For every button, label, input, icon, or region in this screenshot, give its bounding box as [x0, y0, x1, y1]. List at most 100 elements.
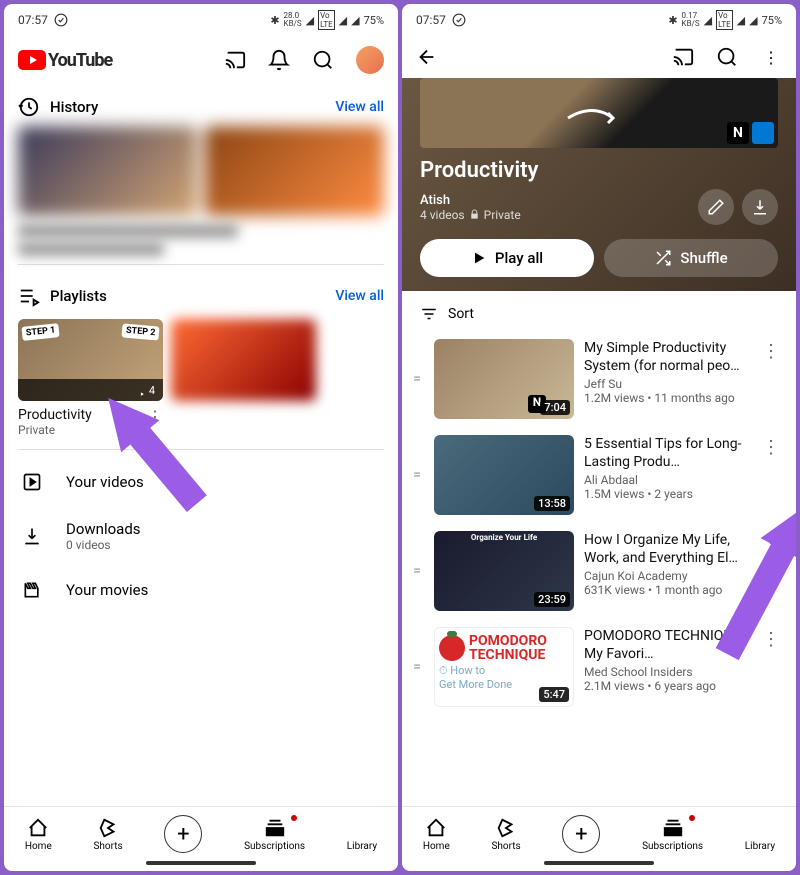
duration-badge: 5:47 — [539, 687, 569, 702]
nav-subscriptions[interactable]: Subscriptions — [642, 817, 703, 852]
video-row[interactable]: = Organize Your Life 23:59 How I Organiz… — [402, 523, 796, 619]
signal-icon: ◢ — [737, 14, 745, 27]
outlook-icon — [752, 122, 774, 144]
subscriptions-icon — [662, 817, 684, 839]
video-thumbnail[interactable]: Organize Your Life 23:59 — [434, 531, 574, 611]
cast-icon[interactable] — [224, 49, 246, 71]
history-viewall-link[interactable]: View all — [335, 99, 384, 115]
sort-icon — [420, 305, 438, 323]
battery-text: 75% — [762, 14, 782, 27]
nav-create[interactable]: + — [562, 815, 600, 853]
playlists-viewall-link[interactable]: View all — [335, 288, 384, 304]
video-menu-icon[interactable]: ⋮ — [760, 627, 782, 652]
shorts-icon — [97, 817, 119, 839]
nav-home[interactable]: Home — [25, 817, 52, 852]
nav-home[interactable]: Home — [423, 817, 450, 852]
search-icon[interactable] — [716, 46, 738, 68]
drag-handle-icon[interactable]: = — [410, 371, 424, 387]
library-icon — [749, 817, 771, 839]
wifi-icon: ◢ — [704, 14, 712, 27]
notifications-icon[interactable] — [268, 49, 290, 71]
playlist-card-blurred[interactable] — [171, 319, 316, 437]
status-bar: 07:57 ✱ 28.0 KB/S ◢ VoLTE ◢ ◢ 75% — [4, 4, 398, 36]
drag-handle-icon[interactable]: = — [410, 659, 424, 675]
video-channel: Jeff Su — [584, 377, 750, 391]
arrow-curve-icon — [563, 98, 623, 128]
bottom-nav: Home Shorts + Subscriptions Library — [4, 806, 398, 857]
bluetooth-icon: ✱ — [270, 14, 279, 27]
back-button[interactable] — [416, 46, 438, 68]
video-thumbnail[interactable]: POMODOROTECHNIQUE ⏱ How toGet More Done … — [434, 627, 574, 707]
check-icon — [452, 13, 466, 27]
more-icon[interactable]: ⋮ — [760, 46, 782, 68]
nav-shorts[interactable]: Shorts — [93, 817, 122, 852]
shuffle-button[interactable]: Shuffle — [604, 239, 778, 277]
home-icon — [27, 817, 49, 839]
nav-shorts[interactable]: Shorts — [491, 817, 520, 852]
playlist-icon — [18, 285, 40, 307]
net-speed: 28.0 KB/S — [284, 12, 302, 28]
play-all-button[interactable]: Play all — [420, 239, 594, 277]
youtube-text: YouTube — [48, 50, 112, 71]
shuffle-icon — [654, 249, 672, 267]
battery-text: 75% — [364, 14, 384, 27]
hero-thumbnail: N — [420, 78, 778, 148]
duration-badge: 13:58 — [534, 496, 570, 511]
video-row[interactable]: = 13:58 5 Essential Tips for Long-Lastin… — [402, 427, 796, 523]
signal-icon: ◢ — [339, 14, 347, 27]
playlist-author[interactable]: Atish — [420, 193, 521, 208]
playlist-name: Productivity — [18, 407, 92, 423]
nav-subscriptions[interactable]: Subscriptions — [244, 817, 305, 852]
video-stats: 631K views • 1 month ago — [584, 583, 750, 597]
video-menu-icon[interactable]: ⋮ — [760, 435, 782, 460]
duration-badge: 23:59 — [534, 592, 570, 607]
video-menu-icon[interactable]: ⋮ — [760, 339, 782, 364]
net-speed: 0.17 KB/S — [682, 12, 700, 28]
your-movies-row[interactable]: Your movies — [4, 566, 398, 614]
lock-icon — [469, 209, 480, 220]
video-channel: Med School Insiders — [584, 665, 750, 679]
check-icon — [54, 13, 68, 27]
clock: 07:57 — [18, 13, 48, 27]
video-stats: 1.2M views • 11 months ago — [584, 391, 750, 405]
drag-handle-icon[interactable]: = — [410, 563, 424, 579]
bottom-nav: Home Shorts + Subscriptions Library — [402, 806, 796, 857]
nav-create[interactable]: + — [164, 815, 202, 853]
nav-library[interactable]: Library — [745, 817, 775, 852]
bluetooth-icon: ✱ — [668, 14, 677, 27]
youtube-logo[interactable]: YouTube — [18, 50, 112, 71]
search-icon[interactable] — [312, 49, 334, 71]
download-icon — [751, 198, 769, 216]
playlist-hero: N Productivity Atish 4 videos Private Pl… — [402, 78, 796, 291]
downloads-row[interactable]: Downloads 0 videos — [4, 506, 398, 566]
video-row[interactable]: = N 7:04 My Simple Productivity System (… — [402, 331, 796, 427]
playlist-privacy: Private — [484, 208, 521, 222]
library-icon — [351, 817, 373, 839]
plus-icon: + — [177, 822, 189, 847]
cast-icon[interactable] — [672, 46, 694, 68]
wifi-icon: ◢ — [306, 14, 314, 27]
play-icon — [471, 250, 487, 266]
video-thumbnail[interactable]: N 7:04 — [434, 339, 574, 419]
youtube-play-icon — [18, 50, 46, 70]
video-channel: Ali Abdaal — [584, 473, 750, 487]
signal-icon-2: ◢ — [351, 14, 359, 27]
playlist-detail-screen: 07:57 ✱ 0.17 KB/S ◢ VoLTE ◢ ◢ 75% ⋮ N Pr… — [402, 4, 796, 871]
video-title: My Simple Productivity System (for norma… — [584, 339, 750, 375]
video-channel: Cajun Koi Academy — [584, 569, 750, 583]
duration-badge: 7:04 — [540, 400, 570, 415]
edit-button[interactable] — [698, 189, 734, 225]
history-thumbnails — [18, 126, 384, 216]
nav-library[interactable]: Library — [347, 817, 377, 852]
detail-header: ⋮ — [402, 36, 796, 78]
download-button[interactable] — [742, 189, 778, 225]
playlist-count: 4 — [149, 384, 155, 397]
drag-handle-icon[interactable]: = — [410, 467, 424, 483]
gesture-bar — [146, 861, 256, 865]
sort-button[interactable]: Sort — [402, 291, 796, 331]
video-thumbnail[interactable]: 13:58 — [434, 435, 574, 515]
account-avatar[interactable] — [356, 46, 384, 74]
video-title: How I Organize My Life, Work, and Everyt… — [584, 531, 750, 567]
playlist-title: Productivity — [402, 158, 796, 183]
history-icon — [18, 96, 40, 118]
